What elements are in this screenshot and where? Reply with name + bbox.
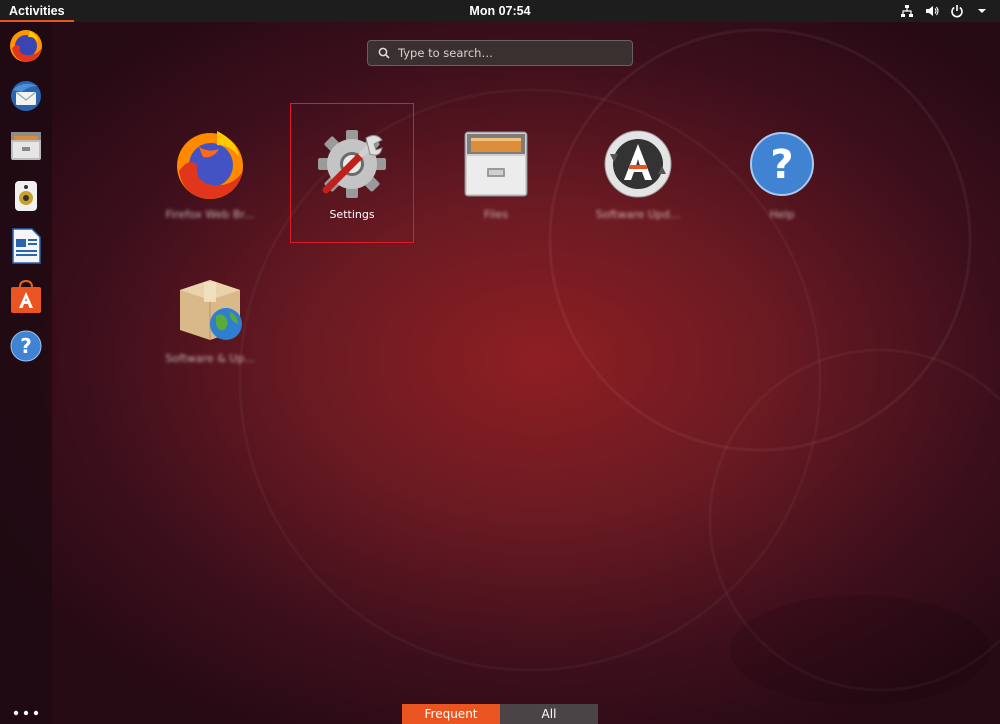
- app-firefox[interactable]: Firefox Web Br...: [148, 104, 272, 244]
- help-icon: ?: [10, 330, 42, 362]
- svg-text:?: ?: [770, 142, 793, 188]
- app-settings[interactable]: Settings: [290, 103, 414, 243]
- view-switcher: Frequent All: [402, 704, 598, 724]
- thunderbird-icon: [11, 81, 41, 111]
- volume-icon[interactable]: [924, 3, 940, 19]
- dock-item-help[interactable]: ?: [6, 326, 46, 366]
- app-help[interactable]: ? Help: [720, 104, 844, 244]
- search-icon: [378, 47, 390, 59]
- clock-text[interactable]: Mon 07:54: [469, 4, 530, 18]
- app-label: Settings: [329, 208, 375, 221]
- show-apps-grid-icon: [13, 710, 39, 716]
- show-applications-button[interactable]: [6, 702, 46, 724]
- files-icon: [458, 126, 534, 202]
- app-label: Help: [769, 208, 795, 221]
- app-software-updater[interactable]: Software Upd...: [576, 104, 700, 244]
- dock-item-ubuntu-software[interactable]: [6, 276, 46, 316]
- firefox-icon: [172, 126, 248, 202]
- activities-button[interactable]: Activities: [0, 0, 74, 22]
- settings-icon: [314, 126, 390, 202]
- system-tray[interactable]: [899, 0, 990, 22]
- help-icon: ?: [744, 126, 820, 202]
- app-label: Files: [483, 208, 509, 221]
- dock-item-writer[interactable]: [6, 226, 46, 266]
- top-bar: Activities Mon 07:54: [0, 0, 1000, 22]
- rhythmbox-icon: [15, 181, 37, 211]
- dock-item-files[interactable]: [6, 126, 46, 166]
- power-icon[interactable]: [949, 3, 965, 19]
- app-label: Software Upd...: [595, 208, 681, 221]
- app-files[interactable]: Files: [434, 104, 558, 244]
- dock: ?: [0, 22, 52, 724]
- dock-item-rhythmbox[interactable]: [6, 176, 46, 216]
- dock-item-firefox[interactable]: [6, 26, 46, 66]
- software-sources-icon: [172, 270, 248, 346]
- svg-text:?: ?: [20, 334, 32, 358]
- network-icon[interactable]: [899, 3, 915, 19]
- app-label: Firefox Web Br...: [165, 208, 255, 221]
- software-updater-icon: [600, 126, 676, 202]
- app-label: Software & Up...: [165, 352, 255, 365]
- software-icon: [11, 279, 41, 313]
- writer-icon: [12, 228, 41, 264]
- clock-display: Mon 07:54: [0, 0, 1000, 22]
- firefox-icon: [10, 30, 42, 62]
- files-icon: [11, 132, 41, 160]
- search-input[interactable]: [398, 46, 618, 60]
- dock-item-thunderbird[interactable]: [6, 76, 46, 116]
- tab-all[interactable]: All: [500, 704, 598, 724]
- app-software-sources[interactable]: Software & Up...: [148, 248, 272, 388]
- search-box[interactable]: [367, 40, 633, 66]
- tab-frequent[interactable]: Frequent: [402, 704, 500, 724]
- menu-arrow-icon[interactable]: [974, 3, 990, 19]
